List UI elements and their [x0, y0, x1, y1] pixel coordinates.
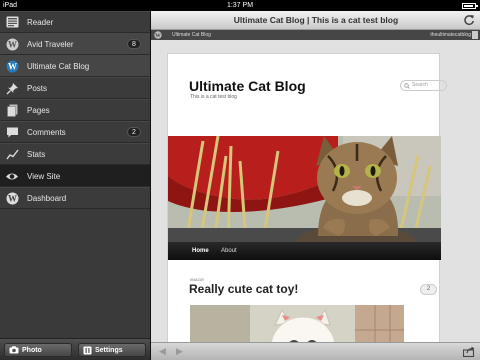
- blog-page: Ultimate Cat Blog This is a cat test blo…: [167, 53, 447, 342]
- sidebar-item-label: Posts: [27, 83, 48, 93]
- web-page[interactable]: Ultimate Cat Blog This is a cat test blo…: [151, 40, 480, 342]
- sidebar-item-label: Pages: [27, 105, 50, 115]
- wordpress-icon: W: [4, 58, 20, 74]
- blog-title[interactable]: Ultimate Cat Blog: [189, 78, 306, 94]
- search-input[interactable]: Search: [400, 80, 447, 91]
- photo-button-label: Photo: [22, 346, 42, 354]
- sidebar-toolbar: Photo Settings: [0, 338, 150, 360]
- admin-bar-site-link[interactable]: Ultimate Cat Blog: [172, 30, 211, 40]
- avatar[interactable]: [472, 31, 478, 39]
- eye-icon: [4, 168, 20, 184]
- battery-icon: [462, 2, 478, 9]
- sidebar-item-ultimate-cat-blog[interactable]: W Ultimate Cat Blog: [0, 55, 150, 77]
- nav-home-link[interactable]: Home: [192, 242, 209, 260]
- settings-button-label: Settings: [95, 346, 123, 354]
- status-bar: iPad 1:37 PM: [0, 0, 480, 11]
- refresh-icon[interactable]: [463, 14, 475, 26]
- settings-icon: [83, 346, 92, 354]
- clock: 1:37 PM: [226, 2, 254, 9]
- forward-icon[interactable]: ▶: [176, 346, 183, 357]
- count-badge: 2: [127, 127, 141, 137]
- sidebar-item-posts[interactable]: Posts: [0, 77, 150, 99]
- wordpress-icon[interactable]: W: [154, 31, 162, 39]
- sidebar-item-label: Comments: [27, 127, 66, 137]
- wordpress-icon: W: [4, 190, 20, 206]
- back-icon[interactable]: ◀: [159, 346, 166, 357]
- search-icon: [404, 83, 410, 89]
- webview-toolbar: ◀ ▶: [151, 342, 480, 360]
- sidebar-item-pages[interactable]: Pages: [0, 99, 150, 121]
- stats-icon: [4, 146, 20, 162]
- comment-icon: [4, 124, 20, 140]
- wp-admin-bar: W Ultimate Cat Blog theultimatecatblog: [151, 30, 480, 40]
- nav-about-link[interactable]: About: [221, 242, 237, 260]
- pages-icon: [4, 102, 20, 118]
- svg-text:W: W: [155, 33, 161, 39]
- post-title[interactable]: Really cute cat toy!: [189, 282, 298, 296]
- sidebar-item-comments[interactable]: Comments 2: [0, 121, 150, 143]
- post-image[interactable]: [190, 305, 404, 342]
- svg-text:W: W: [8, 61, 17, 71]
- battery-indicator: [462, 0, 478, 11]
- sidebar-item-reader[interactable]: Reader: [0, 11, 150, 33]
- page-title: Ultimate Cat Blog | This is a cat test b…: [233, 15, 399, 25]
- sidebar-item-avid-traveler[interactable]: W Avid Traveler 8: [0, 33, 150, 55]
- webview-titlebar: Ultimate Cat Blog | This is a cat test b…: [151, 11, 480, 30]
- pin-icon: [4, 80, 20, 96]
- blog-navbar: Home About: [168, 242, 441, 260]
- blog-tagline: This is a cat test blog: [190, 94, 237, 100]
- settings-button[interactable]: Settings: [78, 343, 146, 357]
- comment-count-bubble[interactable]: 2: [420, 284, 437, 295]
- photo-button[interactable]: Photo: [4, 343, 72, 357]
- sidebar-item-label: Avid Traveler: [27, 39, 74, 49]
- camera-icon: [9, 346, 19, 354]
- svg-text:W: W: [8, 193, 17, 203]
- sidebar-item-label: View Site: [27, 171, 61, 181]
- svg-text:W: W: [8, 39, 17, 49]
- sidebar-item-stats[interactable]: Stats: [0, 143, 150, 165]
- sidebar-item-dashboard[interactable]: W Dashboard: [0, 187, 150, 209]
- webview-panel: Ultimate Cat Blog | This is a cat test b…: [150, 11, 480, 360]
- sidebar-item-label: Stats: [27, 149, 46, 159]
- sidebar-item-label: Reader: [27, 17, 54, 27]
- count-badge: 8: [127, 39, 141, 49]
- admin-bar-user[interactable]: theultimatecatblog: [430, 30, 471, 40]
- sidebar-item-view-site[interactable]: View Site: [0, 165, 150, 187]
- header-image: [168, 136, 441, 242]
- sidebar: Reader W Avid Traveler 8 W Ultimate Cat …: [0, 11, 150, 360]
- wordpress-icon: W: [4, 36, 20, 52]
- share-icon[interactable]: [463, 346, 475, 357]
- sidebar-item-label: Dashboard: [27, 193, 67, 203]
- reader-icon: [4, 14, 20, 30]
- search-placeholder: Search: [412, 82, 428, 88]
- battery-fill: [464, 4, 473, 7]
- sidebar-item-label: Ultimate Cat Blog: [27, 61, 90, 71]
